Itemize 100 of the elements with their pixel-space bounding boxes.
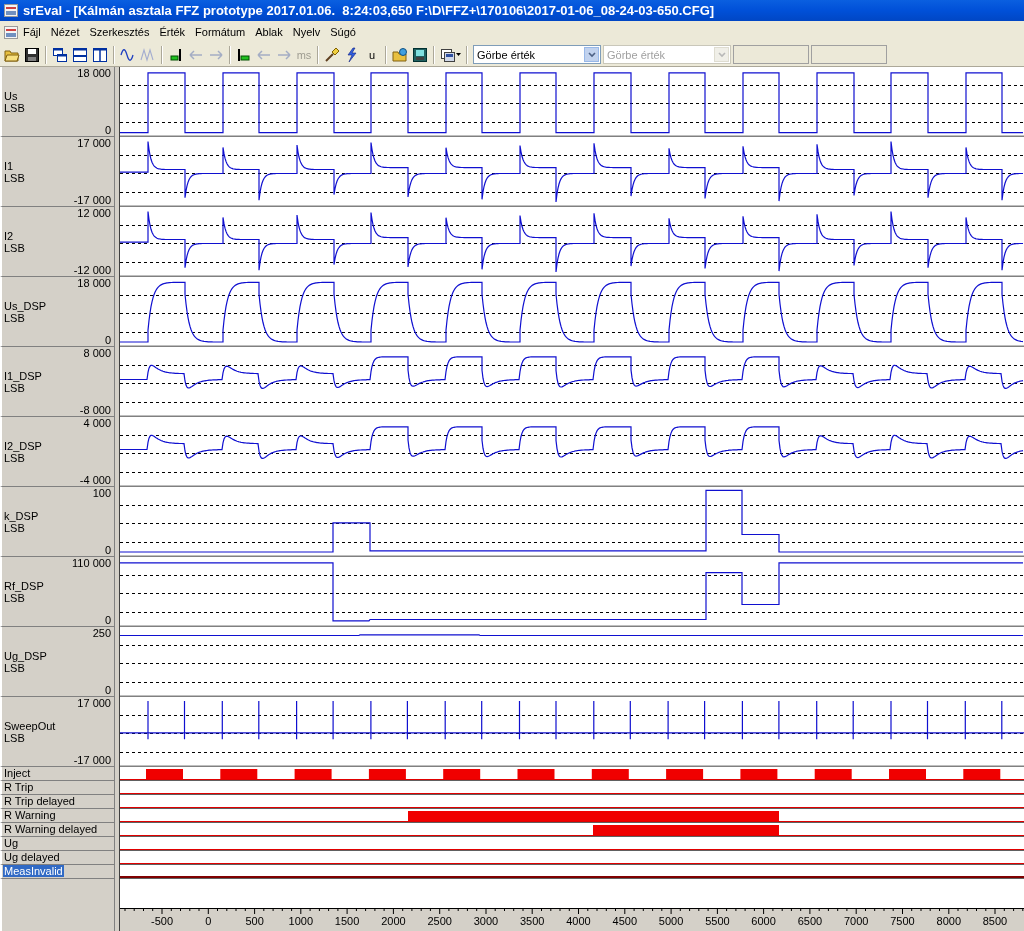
- menu-item[interactable]: Érték: [154, 24, 191, 40]
- axis-label: 8000: [936, 915, 962, 927]
- scale-min: 0: [104, 684, 111, 696]
- scale-min: -4 000: [79, 474, 111, 486]
- signal-bar: [963, 769, 1001, 779]
- cursor-marker-icon: [168, 46, 184, 63]
- channel-name[interactable]: R Trip delayed: [3, 795, 76, 807]
- tile-vertical-icon: [92, 46, 108, 63]
- cursor-marker-icon: [236, 46, 252, 63]
- signal-bar: [517, 769, 555, 779]
- signal-bar: [740, 769, 778, 779]
- signal-bar: [368, 769, 406, 779]
- channel-name: k_DSP: [4, 509, 39, 522]
- toolbar-button[interactable]: u: [362, 44, 382, 65]
- scale-max: 100: [92, 487, 111, 499]
- menu-item[interactable]: Nyelv: [287, 24, 326, 40]
- scale-max: 12 000: [77, 207, 111, 219]
- channel-name: SweepOut: [4, 719, 56, 732]
- channel-name: Ug_DSP: [4, 649, 47, 662]
- scale-min: 0: [104, 614, 111, 626]
- unit-label: LSB: [4, 101, 25, 114]
- signal-bar: [591, 769, 629, 779]
- window-switch-icon: [440, 46, 456, 63]
- signal-bar: [889, 769, 926, 779]
- axis-label: 7500: [890, 915, 915, 927]
- channel-name[interactable]: R Warning: [3, 809, 57, 821]
- channel-name[interactable]: Ug delayed: [3, 851, 61, 863]
- tile-horizontal-icon: [72, 46, 88, 63]
- double-wave-icon: [140, 46, 156, 63]
- axis-label: 6000: [751, 915, 776, 927]
- channel-name[interactable]: Ug: [3, 837, 20, 849]
- axis-label: 3500: [519, 915, 545, 927]
- signal-bar: [443, 769, 481, 779]
- scale-max: 250: [92, 627, 111, 639]
- channel-name: I1: [4, 159, 14, 172]
- scale-max: 18 000: [77, 277, 111, 289]
- channel-name: I2_DSP: [4, 439, 42, 452]
- chevron-down-icon: [587, 51, 596, 58]
- window-title: srEval - [Kálmán asztala FFZ prototype 2017.01.06. 8:24:03,650 F:\D\FFZ+\170106\2017-01-06_08-24-03-650.CFG]: [23, 3, 715, 18]
- unit-label: LSB: [4, 521, 25, 534]
- axis-label: -500: [151, 915, 173, 927]
- menu-item[interactable]: Fájl: [18, 24, 46, 40]
- folder-icon: [392, 46, 408, 63]
- axis-label: 1000: [288, 915, 314, 927]
- scale-min: -17 000: [73, 194, 111, 206]
- scale-max: 17 000: [77, 697, 111, 709]
- caret-icon: [456, 53, 461, 56]
- axis-label: 8500: [982, 915, 1008, 927]
- menu-item[interactable]: Nézet: [45, 24, 85, 40]
- scale-max: 4 000: [83, 417, 111, 429]
- app-icon: [4, 4, 18, 17]
- scale-min: 0: [104, 334, 111, 346]
- unit-label: LSB: [4, 591, 25, 604]
- channel-name[interactable]: MeasInvalid: [3, 865, 64, 877]
- menu-item[interactable]: Formátum: [190, 24, 251, 40]
- axis-label: 4000: [566, 915, 591, 927]
- scale-max: 17 000: [77, 137, 111, 149]
- scale-min: 0: [104, 544, 111, 556]
- unit-label: LSB: [4, 241, 25, 254]
- menu-item[interactable]: Szerkesztés: [84, 24, 155, 40]
- channel-name: I2: [4, 229, 14, 242]
- scale-min: -17 000: [73, 754, 111, 766]
- channel-name[interactable]: Inject: [3, 767, 32, 779]
- unit-label: LSB: [4, 661, 25, 674]
- unit-label: LSB: [4, 731, 25, 744]
- axis-label: 2000: [381, 915, 406, 927]
- scale-min: -12 000: [73, 264, 111, 276]
- signal-bar: [220, 769, 258, 779]
- scale-max: 8 000: [83, 347, 111, 359]
- document-icon: [4, 25, 18, 39]
- channel-name[interactable]: R Warning delayed: [3, 823, 99, 835]
- sine-wave-icon: [120, 46, 136, 63]
- axis-label: 2500: [427, 915, 452, 927]
- lightning-icon: [344, 46, 360, 63]
- signal-bar: [814, 769, 852, 779]
- axis-label: 3000: [473, 915, 499, 927]
- brush-icon: [324, 46, 340, 63]
- axis-label: 1500: [334, 915, 360, 927]
- curve-value-dropdown[interactable]: Görbe érték: [473, 45, 601, 64]
- channel-name[interactable]: R Trip: [3, 781, 35, 793]
- signal-bar: [666, 769, 704, 779]
- unit-label: LSB: [4, 381, 25, 394]
- signal-bar: [294, 769, 332, 779]
- menu-item[interactable]: Súgó: [325, 24, 361, 40]
- signal-bar: [146, 769, 183, 779]
- menu-item[interactable]: Ablak: [250, 24, 288, 40]
- channel-name: Us: [4, 89, 18, 102]
- unit-label: LSB: [4, 311, 25, 324]
- cascade-windows-icon: [52, 46, 68, 63]
- axis-label: 5500: [705, 915, 730, 927]
- scale-max: 110 000: [72, 557, 111, 569]
- channel-name: I1_DSP: [4, 369, 42, 382]
- axis-label: 4500: [612, 915, 638, 927]
- axis-label: 0: [205, 915, 212, 927]
- axis-label: 5000: [658, 915, 684, 927]
- chevron-down-icon: [717, 51, 726, 58]
- save-image-icon: [412, 46, 428, 63]
- axis-label: 6500: [797, 915, 823, 927]
- scale-max: 18 000: [77, 67, 111, 79]
- unit-label: LSB: [4, 171, 25, 184]
